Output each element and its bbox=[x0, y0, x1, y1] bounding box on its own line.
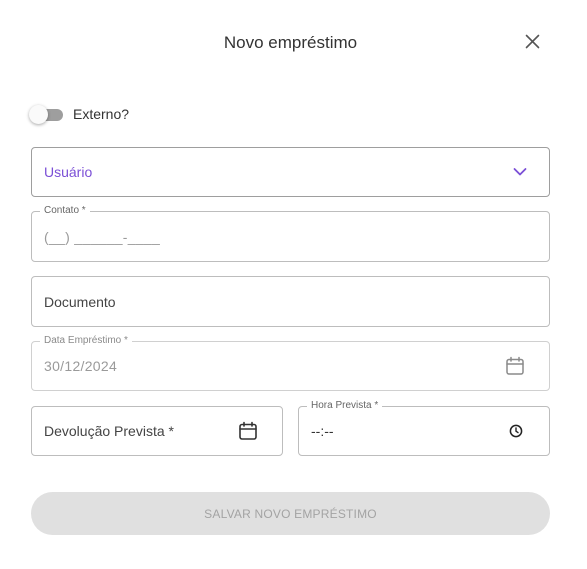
hora-prevista-field[interactable]: Hora Prevista * --:-- bbox=[298, 400, 550, 456]
clock-icon[interactable] bbox=[509, 424, 523, 438]
dialog-title: Novo empréstimo bbox=[223, 33, 358, 52]
contato-label: Contato * bbox=[40, 205, 90, 217]
close-button[interactable] bbox=[520, 30, 544, 52]
devolucao-prevista-placeholder: Devolução Prevista * bbox=[44, 423, 174, 439]
contato-field[interactable]: Contato * (__) ______-____ bbox=[31, 205, 550, 262]
close-icon bbox=[525, 34, 539, 48]
externo-toggle-label: Externo? bbox=[73, 106, 130, 122]
data-emprestimo-field[interactable]: Data Empréstimo * 30/12/2024 bbox=[31, 335, 550, 391]
new-loan-dialog: Novo empréstimo Externo? Usuário Contato… bbox=[0, 0, 587, 569]
save-new-loan-button[interactable]: SALVAR NOVO EMPRÉSTIMO bbox=[31, 492, 550, 535]
data-emprestimo-label: Data Empréstimo * bbox=[40, 335, 132, 347]
hora-prevista-label: Hora Prevista * bbox=[307, 400, 383, 412]
calendar-icon[interactable] bbox=[238, 421, 258, 441]
externo-toggle[interactable] bbox=[29, 104, 63, 124]
usuario-select[interactable]: Usuário bbox=[31, 147, 550, 197]
documento-field[interactable]: Documento bbox=[31, 276, 550, 327]
devolucao-prevista-field[interactable]: Devolução Prevista * bbox=[31, 406, 283, 456]
calendar-icon[interactable] bbox=[505, 356, 525, 376]
usuario-select-value: Usuário bbox=[44, 164, 93, 180]
hora-prevista-value: --:-- bbox=[311, 423, 334, 439]
contato-input-placeholder: (__) ______-____ bbox=[44, 228, 161, 245]
documento-placeholder: Documento bbox=[44, 293, 116, 310]
externo-toggle-row: Externo? bbox=[29, 104, 129, 124]
chevron-down-icon bbox=[513, 168, 527, 177]
data-emprestimo-value: 30/12/2024 bbox=[44, 358, 118, 374]
toggle-thumb bbox=[29, 105, 48, 124]
